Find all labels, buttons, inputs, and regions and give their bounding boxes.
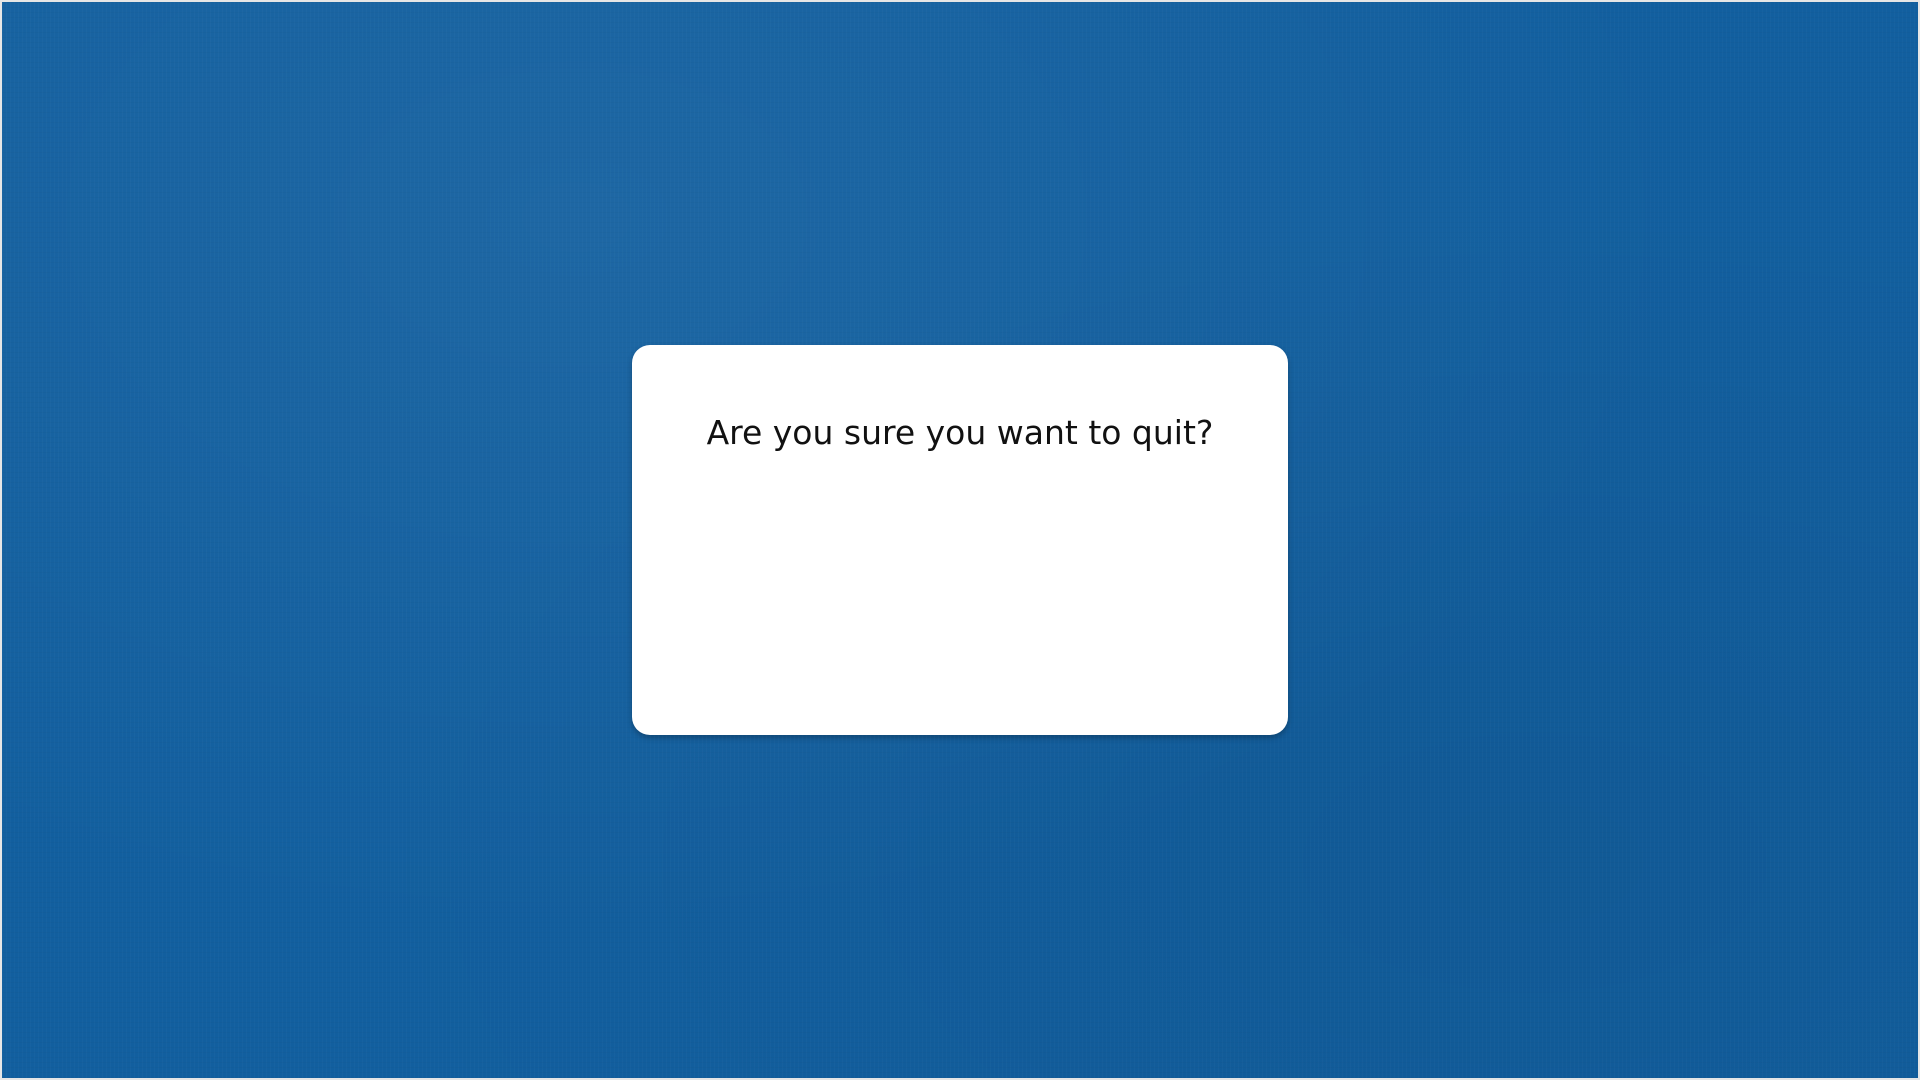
dialog-message: Are you sure you want to quit?: [706, 413, 1214, 452]
quit-confirmation-dialog: Are you sure you want to quit?: [632, 345, 1288, 735]
